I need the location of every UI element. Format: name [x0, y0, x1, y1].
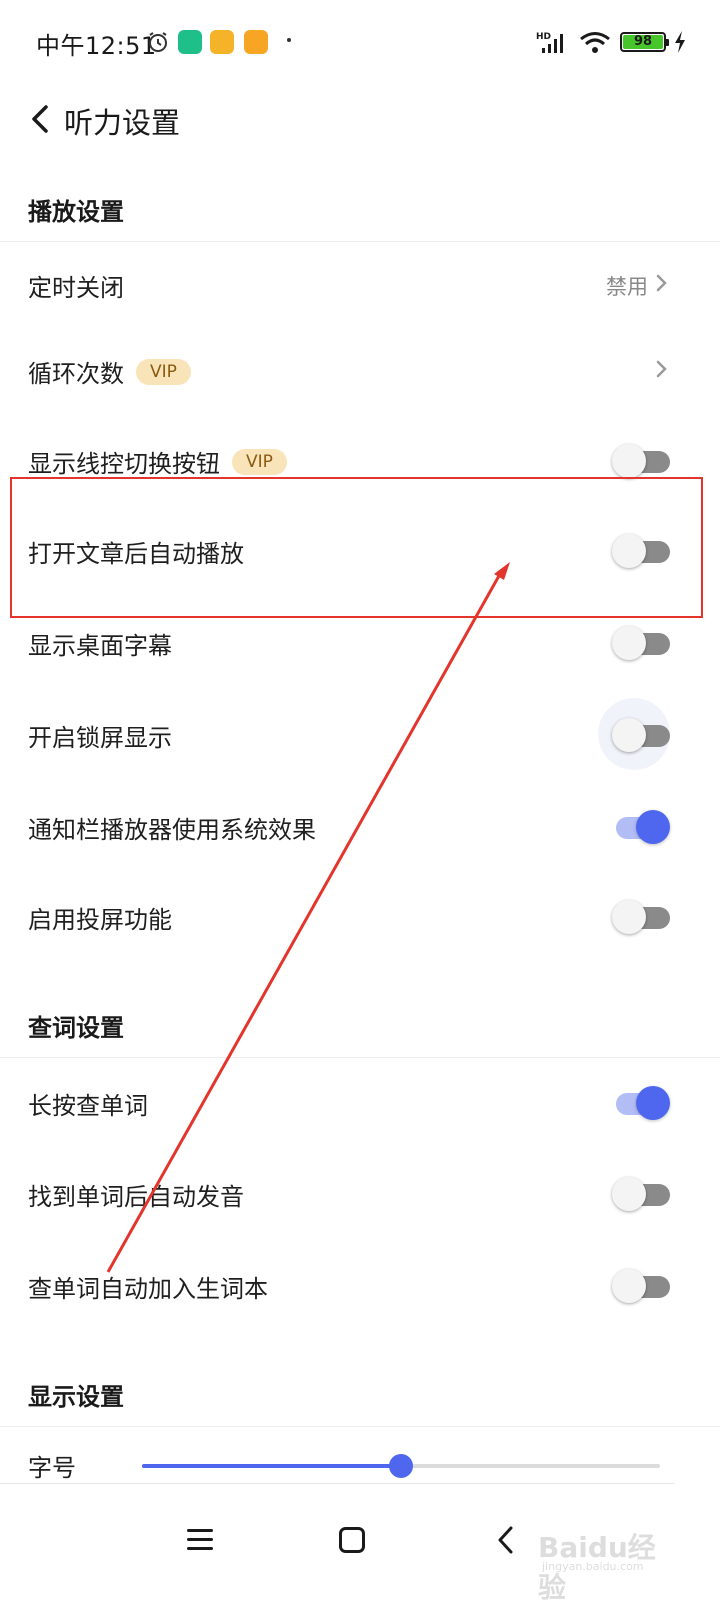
chevron-right-icon — [656, 274, 667, 292]
signal-icon: HD — [536, 32, 563, 53]
home-button[interactable] — [322, 1510, 382, 1570]
toggle-switch-desktop-subtitles[interactable] — [612, 626, 670, 660]
chevron-right-icon — [656, 360, 667, 378]
setting-label: 查单词自动加入生词本 — [28, 1275, 268, 1303]
setting-label: 通知栏播放器使用系统效果 — [28, 816, 316, 844]
setting-row-auto-play: 打开文章后自动播放 — [0, 506, 720, 598]
setting-label: 长按查单词 — [28, 1092, 148, 1120]
baidu-watermark: Baidu经验 jingyan.baidu.com — [538, 1526, 678, 1600]
setting-label: 显示桌面字幕 — [28, 632, 172, 660]
home-square-icon — [339, 1527, 365, 1553]
wifi-icon — [580, 32, 610, 53]
battery-icon: 98 — [620, 32, 669, 52]
status-time: 中午12:51 — [36, 32, 157, 60]
setting-row-timer-off[interactable]: 定时关闭 禁用 — [0, 240, 720, 332]
chevron-left-icon — [32, 105, 48, 133]
toggle-switch-auto-add-vocab[interactable] — [612, 1269, 670, 1303]
setting-row-auto-add-vocab: 查单词自动加入生词本 — [0, 1241, 720, 1333]
charging-icon — [675, 31, 685, 53]
back-button[interactable] — [22, 96, 58, 142]
setting-label: 循环次数 — [28, 360, 124, 388]
vip-badge: VIP — [232, 448, 287, 475]
battery-level: 98 — [623, 35, 663, 49]
setting-row-loop-count[interactable]: 循环次数 VIP — [0, 326, 720, 418]
slider-thumb[interactable] — [389, 1454, 413, 1478]
notes-app-icon — [244, 30, 268, 54]
back-triangle-icon — [498, 1526, 513, 1554]
section-title-lookup: 查词设置 — [28, 1014, 124, 1042]
setting-row-desktop-subtitles: 显示桌面字幕 — [0, 598, 720, 690]
nav-back-button[interactable] — [476, 1510, 536, 1570]
setting-row-lockscreen: 开启锁屏显示 — [0, 690, 720, 782]
toggle-switch-auto-pronounce[interactable] — [612, 1177, 670, 1211]
setting-label: 启用投屏功能 — [28, 906, 172, 934]
setting-row-screen-cast: 启用投屏功能 — [0, 872, 720, 964]
toggle-switch-long-press[interactable] — [612, 1086, 670, 1120]
setting-label-wrap: 循环次数 VIP — [28, 354, 191, 389]
setting-label: 找到单词后自动发音 — [28, 1183, 244, 1211]
toggle-switch-auto-play[interactable] — [612, 534, 670, 568]
setting-label: 定时关闭 — [28, 274, 124, 302]
setting-value: 禁用 — [606, 275, 648, 299]
font-size-slider[interactable] — [142, 1454, 660, 1478]
menu-icon — [187, 1529, 213, 1550]
toggle-switch-notification-effect[interactable] — [612, 810, 670, 844]
setting-label: 打开文章后自动播放 — [28, 540, 244, 568]
weibo-app-icon — [210, 30, 234, 54]
slider-fill — [142, 1464, 401, 1468]
toggle-switch-screen-cast[interactable] — [612, 900, 670, 934]
setting-row-notification-effect: 通知栏播放器使用系统效果 — [0, 782, 720, 874]
page-title: 听力设置 — [64, 106, 181, 140]
status-right-icons: HD 98 — [536, 28, 686, 56]
setting-row-long-press-lookup: 长按查单词 — [0, 1058, 720, 1150]
slider-divider — [0, 1483, 674, 1484]
setting-label-wrap: 显示线控切换按钮 VIP — [28, 444, 287, 479]
toggle-switch-wire[interactable] — [612, 444, 670, 478]
setting-row-show-wire-switch: 显示线控切换按钮 VIP — [0, 416, 720, 508]
menu-button[interactable] — [170, 1510, 230, 1570]
setting-label: 字号 — [28, 1454, 76, 1482]
more-notifications-dot — [287, 38, 291, 42]
top-app-bar: 听力设置 — [0, 86, 720, 156]
status-bar: 中午12:51 HD 98 — [0, 0, 720, 86]
vip-badge: VIP — [136, 358, 191, 385]
setting-row-auto-pronounce: 找到单词后自动发音 — [0, 1149, 720, 1241]
section-title-playback: 播放设置 — [28, 198, 124, 226]
setting-label: 开启锁屏显示 — [28, 724, 172, 752]
security-app-icon — [178, 30, 202, 54]
alarm-icon — [149, 32, 167, 52]
network-hd-label: HD — [536, 32, 551, 42]
watermark-url: jingyan.baidu.com — [542, 1560, 644, 1573]
setting-label: 显示线控切换按钮 — [28, 450, 220, 478]
toggle-switch-lockscreen[interactable] — [612, 718, 670, 752]
section-title-display: 显示设置 — [28, 1383, 124, 1411]
